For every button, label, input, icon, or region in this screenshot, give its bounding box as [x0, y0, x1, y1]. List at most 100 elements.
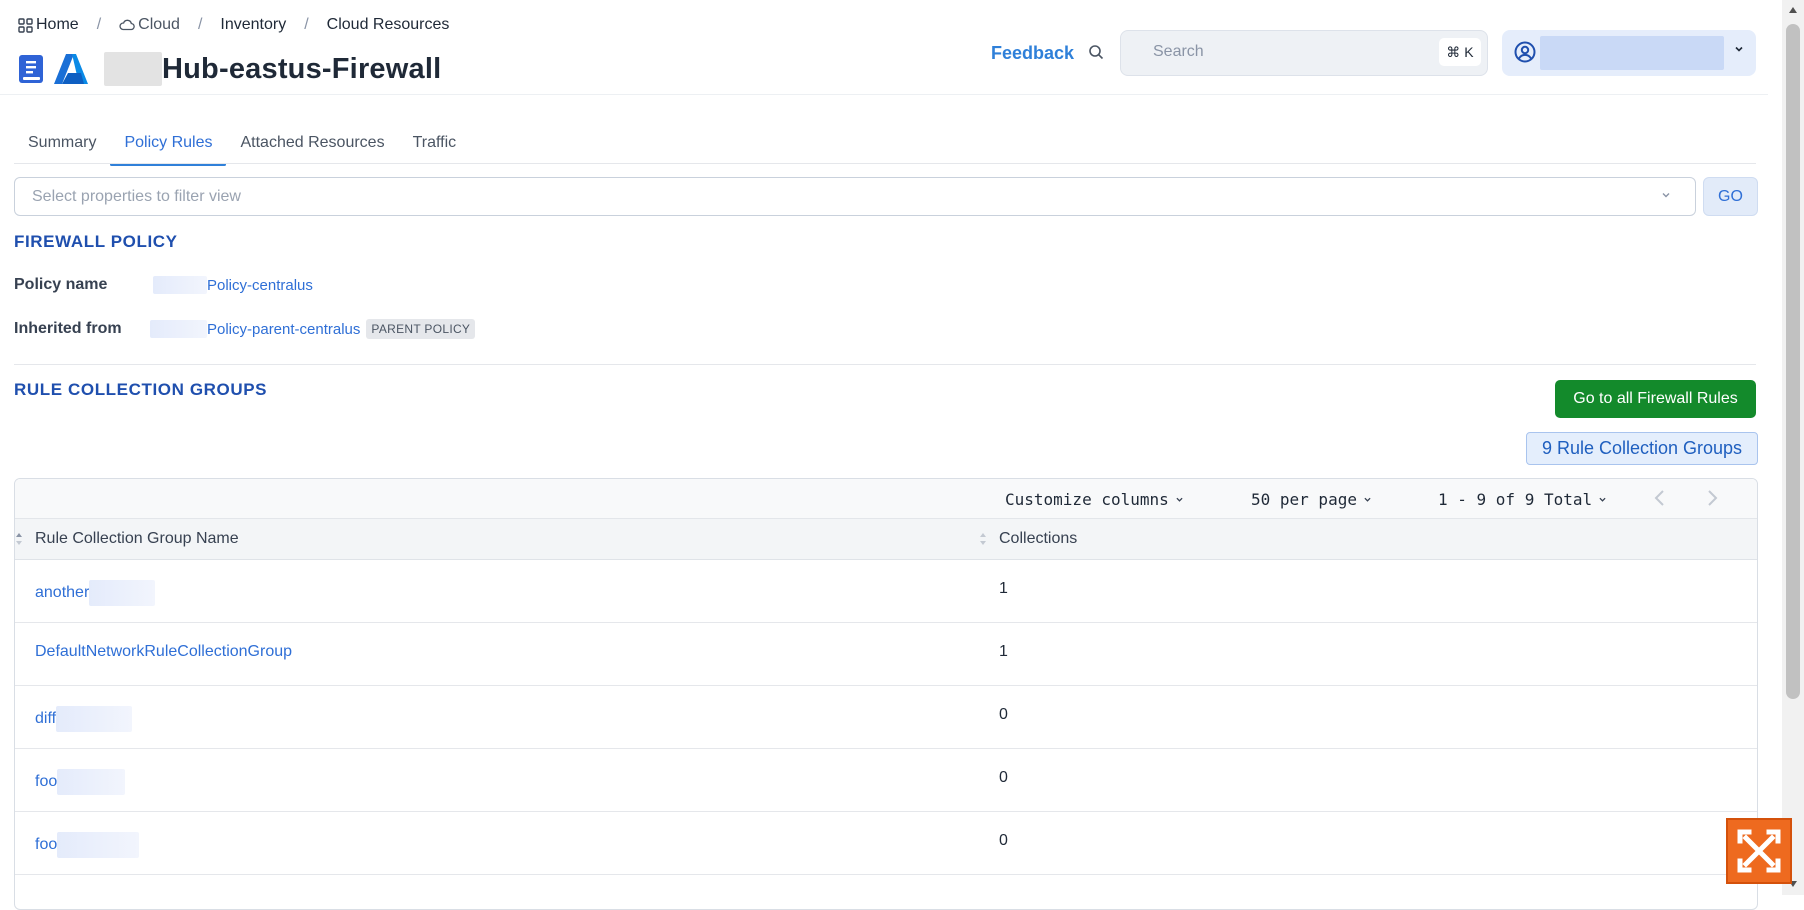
- grid-icon: [18, 17, 33, 33]
- redacted-block: [104, 52, 162, 86]
- rule-group-link[interactable]: foo: [35, 773, 57, 791]
- table-cell-name: foo: [35, 769, 126, 795]
- page-title: Hub-eastus-Firewall: [162, 52, 442, 85]
- keyboard-shortcut-hint: ⌘ K: [1439, 38, 1481, 66]
- parent-policy-badge: PARENT POLICY: [366, 319, 476, 339]
- rule-group-link[interactable]: foo: [35, 836, 57, 854]
- table-header: Rule Collection Group Name Collections: [15, 519, 1757, 560]
- breadcrumb-label: Cloud: [138, 16, 180, 33]
- pagination-select[interactable]: 1 - 9 of 9 Total: [1438, 490, 1607, 509]
- table-cell-name: foo: [35, 832, 140, 858]
- chevron-down-icon: [1735, 46, 1743, 52]
- search-icon[interactable]: [1088, 44, 1104, 60]
- table-cell-name: diff: [35, 706, 133, 732]
- policy-name-value: Policy-centralus: [153, 276, 313, 294]
- redacted-block: [89, 580, 156, 606]
- column-header-name[interactable]: Rule Collection Group Name: [35, 530, 239, 548]
- breadcrumb: Home / Cloud / Inventory / Cloud Resourc…: [18, 16, 449, 34]
- breadcrumb-cloud[interactable]: Cloud: [119, 16, 180, 34]
- tab-bar: Summary Policy Rules Attached Resources …: [14, 126, 471, 166]
- breadcrumb-label: Inventory: [220, 16, 287, 33]
- table-cell-collections: 0: [999, 706, 1008, 723]
- customize-columns-label: Customize columns: [1005, 490, 1169, 509]
- redacted-block: [153, 276, 207, 294]
- go-button[interactable]: GO: [1703, 177, 1758, 216]
- book-icon: [19, 55, 43, 83]
- table-row: another 1: [15, 560, 1757, 623]
- breadcrumb-label: Cloud Resources: [326, 16, 450, 33]
- chevron-down-icon: [1662, 193, 1670, 198]
- sort-icon[interactable]: [15, 532, 23, 546]
- feedback-link[interactable]: Feedback: [991, 43, 1074, 64]
- table-cell-collections: 1: [999, 643, 1008, 660]
- rule-collection-groups-heading: RULE COLLECTION GROUPS: [14, 380, 268, 399]
- inherited-policy-link[interactable]: Policy-parent-centralus: [207, 321, 360, 338]
- filter-placeholder: Select properties to filter view: [32, 188, 241, 205]
- property-filter-select[interactable]: Select properties to filter view: [14, 177, 1696, 216]
- tab-traffic[interactable]: Traffic: [399, 126, 471, 164]
- redacted-block: [57, 832, 140, 858]
- user-menu[interactable]: [1502, 30, 1756, 76]
- redacted-block: [57, 769, 126, 795]
- breadcrumb-separator: /: [197, 16, 203, 33]
- go-to-all-firewall-rules-button[interactable]: Go to all Firewall Rules: [1555, 380, 1756, 418]
- rule-group-link[interactable]: another: [35, 584, 89, 602]
- azure-icon: [54, 54, 88, 84]
- customize-columns-button[interactable]: Customize columns: [1005, 490, 1184, 509]
- search-input[interactable]: [1151, 42, 1405, 62]
- policy-name-link[interactable]: Policy-centralus: [207, 277, 313, 294]
- page-scrollbar[interactable]: [1782, 0, 1804, 895]
- breadcrumb-inventory[interactable]: Inventory: [220, 16, 286, 34]
- chevron-down-icon: [1599, 497, 1606, 502]
- inherited-from-label: Inherited from: [14, 320, 122, 337]
- tab-policy-rules[interactable]: Policy Rules: [110, 126, 227, 166]
- tab-attached-resources[interactable]: Attached Resources: [226, 126, 398, 164]
- header-divider: [0, 94, 1768, 95]
- sort-icon[interactable]: [979, 532, 987, 546]
- breadcrumb-home[interactable]: Home: [18, 16, 79, 34]
- tab-summary[interactable]: Summary: [14, 126, 110, 164]
- per-page-label: 50 per page: [1251, 490, 1357, 509]
- breadcrumb-separator: /: [96, 16, 102, 33]
- scroll-up-arrow-icon[interactable]: [1788, 6, 1798, 14]
- table-cell-name: DefaultNetworkRuleCollectionGroup: [35, 643, 292, 661]
- table-cell-name: another: [35, 580, 156, 606]
- policy-name-label: Policy name: [14, 276, 108, 293]
- pagination-label: 1 - 9 of 9 Total: [1438, 490, 1593, 509]
- table-cell-collections: 0: [999, 832, 1008, 849]
- user-circle-icon: [1514, 41, 1536, 63]
- column-header-collections[interactable]: Collections: [999, 530, 1077, 548]
- rule-collection-groups-count: 9 Rule Collection Groups: [1526, 432, 1758, 465]
- scrollbar-thumb[interactable]: [1786, 24, 1800, 699]
- rule-group-link[interactable]: diff: [35, 710, 56, 728]
- chevron-down-icon: [1364, 497, 1371, 502]
- assistant-launcher-button[interactable]: [1726, 818, 1792, 884]
- chevron-down-icon: [1176, 497, 1183, 502]
- firewall-policy-heading: FIREWALL POLICY: [14, 232, 178, 251]
- redacted-user-name: [1540, 36, 1724, 70]
- table-cell-collections: 0: [999, 769, 1008, 786]
- rule-collection-groups-table: Customize columns 50 per page 1 - 9 of 9…: [14, 478, 1758, 910]
- per-page-select[interactable]: 50 per page: [1251, 490, 1372, 509]
- redacted-block: [56, 706, 133, 732]
- table-toolbar: Customize columns 50 per page 1 - 9 of 9…: [15, 479, 1757, 519]
- table-row: foo 0: [15, 749, 1757, 812]
- table-row: diff 0: [15, 686, 1757, 749]
- global-search[interactable]: ⌘ K: [1120, 30, 1488, 76]
- table-cell-collections: 1: [999, 580, 1008, 597]
- inherited-from-value: Policy-parent-centralus PARENT POLICY: [150, 319, 476, 339]
- breadcrumb-label: Home: [36, 16, 79, 33]
- cloud-icon: [119, 19, 135, 31]
- page-title-row: Hub-eastus-Firewall: [18, 52, 441, 86]
- section-divider: [14, 364, 1756, 365]
- previous-page-icon[interactable]: [1653, 488, 1667, 508]
- table-row: DefaultNetworkRuleCollectionGroup 1: [15, 623, 1757, 686]
- rule-group-link[interactable]: DefaultNetworkRuleCollectionGroup: [35, 643, 292, 661]
- brand-x-icon: [1737, 829, 1781, 873]
- breadcrumb-separator: /: [304, 16, 309, 33]
- table-row: foo 0: [15, 812, 1757, 875]
- tabs-divider: [14, 163, 1756, 164]
- breadcrumb-cloud-resources[interactable]: Cloud Resources: [327, 16, 450, 34]
- redacted-block: [150, 320, 207, 338]
- next-page-icon[interactable]: [1705, 488, 1719, 508]
